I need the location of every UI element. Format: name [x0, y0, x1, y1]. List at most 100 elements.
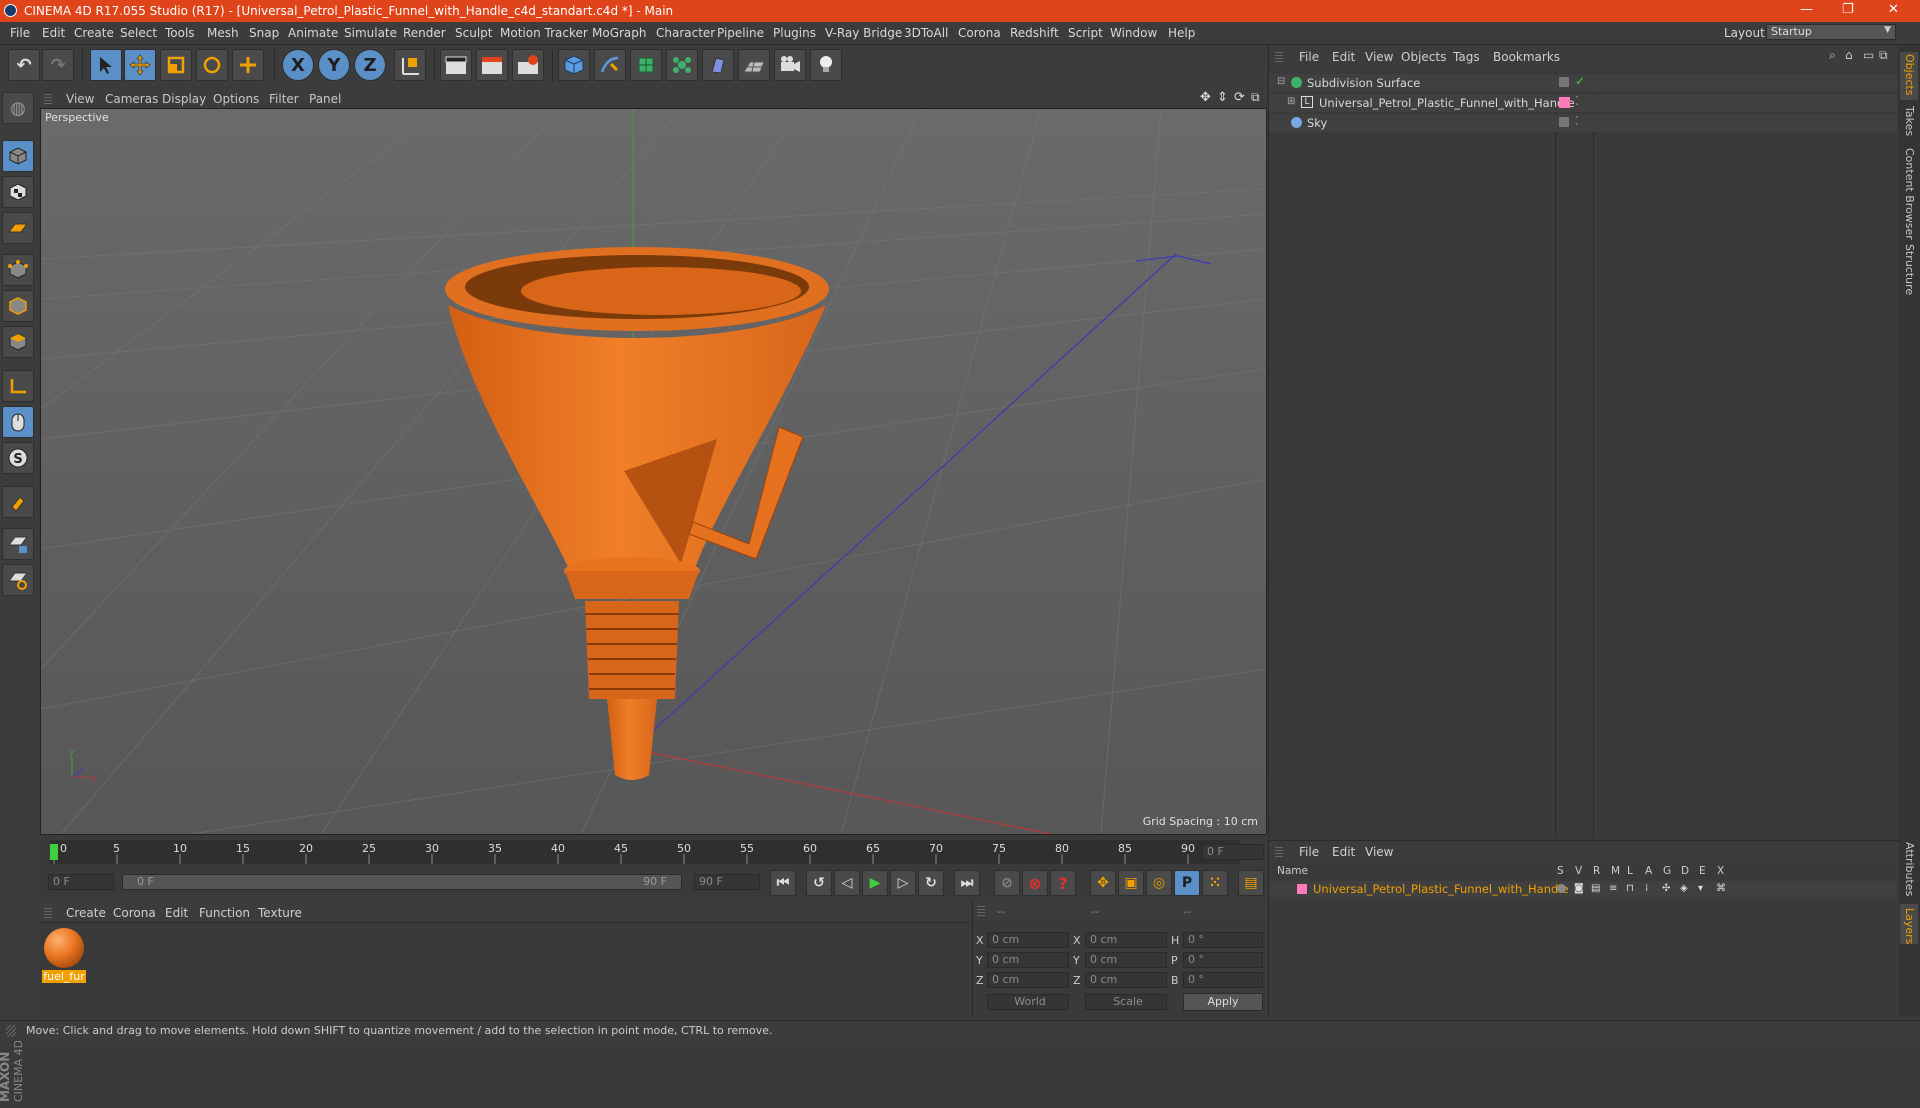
maximize-icon[interactable]: ⧉ — [1879, 48, 1888, 63]
material-tag-icon[interactable] — [1559, 97, 1570, 108]
polygons-mode-button[interactable] — [2, 326, 34, 358]
layer-lock-icon[interactable]: ⊓ — [1626, 883, 1634, 894]
coord-size-z-field[interactable]: 0 cm — [1085, 972, 1167, 988]
object-menu-tags[interactable]: Tags — [1453, 50, 1480, 64]
menu-mograph[interactable]: MoGraph — [592, 26, 647, 40]
tree-collapse-icon[interactable]: ⊟ — [1277, 76, 1285, 87]
menu-vray-bridge[interactable]: V-Ray Bridge — [825, 26, 902, 40]
pen-spline-button[interactable] — [594, 49, 626, 81]
tree-expand-icon[interactable]: ⊞ — [1287, 96, 1295, 107]
menu-select[interactable]: Select — [120, 26, 157, 40]
next-frame-button[interactable]: ▷ — [890, 870, 916, 896]
coord-size-x-field[interactable]: 0 cm — [1085, 932, 1167, 948]
coord-rot-p-field[interactable]: 0 ° — [1183, 952, 1263, 968]
minimize-button[interactable]: — — [1800, 2, 1813, 17]
coordinate-system-button[interactable] — [394, 49, 426, 81]
layer-solo-icon[interactable] — [1557, 884, 1566, 893]
key-pla-button[interactable]: ⁙ — [1202, 870, 1228, 896]
deformer-button[interactable] — [702, 49, 734, 81]
menu-sculpt[interactable]: Sculpt — [455, 26, 492, 40]
menu-script[interactable]: Script — [1068, 26, 1103, 40]
tweak-mode-button[interactable] — [2, 406, 34, 438]
subdivision-button[interactable] — [630, 49, 662, 81]
render-picture-viewer-button[interactable] — [476, 49, 508, 81]
menu-character[interactable]: Character — [656, 26, 715, 40]
floor-button[interactable] — [738, 49, 770, 81]
menu-pipeline[interactable]: Pipeline — [717, 26, 764, 40]
coord-pos-y-field[interactable]: 0 cm — [987, 952, 1069, 968]
restore-button[interactable]: ❐ — [1842, 2, 1854, 17]
object-menu-file[interactable]: File — [1299, 50, 1319, 64]
layer-generator-icon[interactable]: ✣ — [1662, 883, 1670, 894]
coord-mode-scale-dropdown[interactable]: Scale — [1085, 994, 1167, 1010]
search-icon[interactable]: ⌕ — [1829, 48, 1836, 63]
planar-workplane-button[interactable] — [2, 564, 34, 596]
layer-menu-view[interactable]: View — [1365, 845, 1393, 859]
layer-menu-file[interactable]: File — [1299, 845, 1319, 859]
camera-button[interactable] — [774, 49, 806, 81]
edges-mode-button[interactable] — [2, 290, 34, 322]
menu-create[interactable]: Create — [74, 26, 114, 40]
lock-workplane-button[interactable] — [2, 528, 34, 560]
magnet-button[interactable] — [2, 486, 34, 518]
dot-icon[interactable]: ⁚ — [1575, 114, 1579, 128]
workplane-button[interactable] — [2, 212, 34, 244]
end-frame-field[interactable]: 90 F — [694, 874, 760, 890]
points-mode-button[interactable] — [2, 254, 34, 286]
live-selection-button[interactable] — [232, 49, 264, 81]
viewport-menu-panel[interactable]: Panel — [309, 92, 341, 106]
editor-visibility-icon[interactable] — [1559, 117, 1569, 127]
dot-icon[interactable]: ⁚ — [1575, 94, 1579, 108]
key-parameter-button[interactable]: P — [1174, 870, 1200, 896]
layer-xref-icon[interactable]: ⌘ — [1716, 883, 1726, 894]
layer-manager-icon[interactable]: ≡ — [1609, 883, 1617, 894]
material-menu-texture[interactable]: Texture — [258, 906, 302, 920]
layer-menu-edit[interactable]: Edit — [1332, 845, 1355, 859]
viewport-maximize-icon[interactable]: ⧉ — [1251, 90, 1260, 105]
render-settings-button[interactable] — [512, 49, 544, 81]
side-tab-objects[interactable]: Objects — [1903, 54, 1916, 96]
prev-frame-button[interactable]: ◁ — [834, 870, 860, 896]
prev-key-button[interactable]: ↺ — [806, 870, 832, 896]
coord-size-y-field[interactable]: 0 cm — [1085, 952, 1167, 968]
editor-visibility-icon[interactable] — [1559, 77, 1569, 87]
side-tab-layers[interactable]: Layers — [1903, 908, 1916, 944]
autokey-button[interactable]: ⊗ — [1022, 870, 1048, 896]
viewport-move-icon[interactable]: ✥ — [1200, 90, 1211, 105]
material-menu-function[interactable]: Function — [199, 906, 250, 920]
menu-edit[interactable]: Edit — [42, 26, 65, 40]
close-button[interactable]: ✕ — [1888, 2, 1899, 17]
menu-render[interactable]: Render — [403, 26, 446, 40]
coord-rot-h-field[interactable]: 0 ° — [1183, 932, 1263, 948]
layer-deformer-icon[interactable]: ◈ — [1680, 883, 1688, 894]
viewport-menu-display[interactable]: Display — [162, 92, 206, 106]
object-row-sky[interactable]: Sky ⁚ — [1269, 114, 1897, 132]
coord-mode-world-dropdown[interactable]: World — [987, 994, 1069, 1010]
apply-button[interactable]: Apply — [1183, 993, 1263, 1011]
object-row-subdivision[interactable]: ⊟ Subdivision Surface ✓ — [1269, 74, 1897, 92]
next-key-button[interactable]: ↻ — [918, 870, 944, 896]
collapse-icon[interactable]: ▭ — [1863, 48, 1874, 62]
scale-tool-button[interactable] — [160, 49, 192, 81]
light-button[interactable] — [810, 49, 842, 81]
axis-y-button[interactable]: Y — [318, 49, 350, 81]
redo-button[interactable]: ↷ — [42, 49, 74, 81]
undo-button[interactable]: ↶ — [8, 49, 40, 81]
current-frame-field[interactable]: 0 F — [1202, 844, 1264, 860]
coord-pos-z-field[interactable]: 0 cm — [987, 972, 1069, 988]
menu-file[interactable]: File — [10, 26, 30, 40]
object-menu-bookmarks[interactable]: Bookmarks — [1493, 50, 1560, 64]
rotate-tool-button[interactable] — [196, 49, 228, 81]
coord-rot-b-field[interactable]: 0 ° — [1183, 972, 1263, 988]
layer-render-icon[interactable]: ▤ — [1591, 883, 1600, 894]
play-button[interactable]: ▶ — [862, 870, 888, 896]
side-tab-takes[interactable]: Takes — [1903, 106, 1916, 136]
viewport-menu-view[interactable]: View — [66, 92, 94, 106]
key-scale-button[interactable]: ▣ — [1118, 870, 1144, 896]
axis-x-button[interactable]: X — [282, 49, 314, 81]
mograph-cloner-button[interactable] — [666, 49, 698, 81]
keyframe-selection-button[interactable]: ? — [1050, 870, 1076, 896]
material-menu-create[interactable]: Create — [66, 906, 106, 920]
side-tab-structure[interactable]: Structure — [1903, 244, 1916, 295]
axis-mode-button[interactable] — [2, 370, 34, 402]
